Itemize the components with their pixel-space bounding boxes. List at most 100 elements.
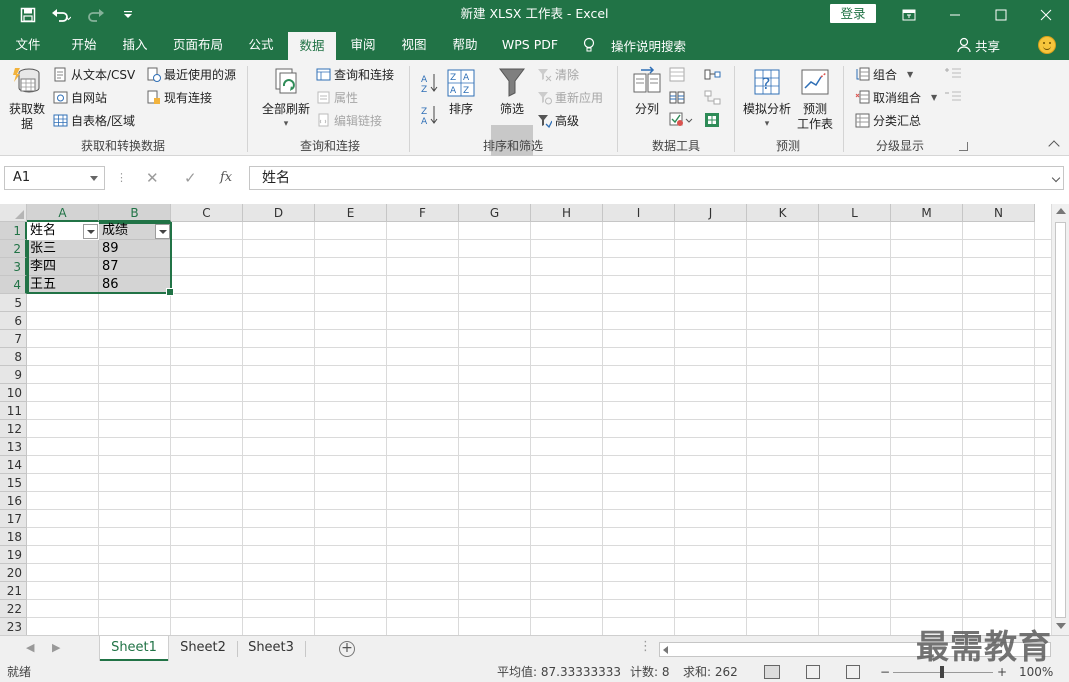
zoom-out-icon[interactable]: − bbox=[880, 665, 890, 682]
ribbon-display-options-icon[interactable] bbox=[886, 0, 932, 30]
cancel-icon[interactable]: ✕ bbox=[146, 166, 159, 190]
row-header-3[interactable]: 3 bbox=[0, 258, 27, 276]
select-all-corner[interactable] bbox=[0, 204, 27, 222]
column-header-a[interactable]: A bbox=[27, 204, 99, 222]
column-header-d[interactable]: D bbox=[243, 204, 315, 222]
from-table-range-button[interactable]: 自表格/区域 bbox=[53, 112, 135, 129]
row-header-22[interactable]: 22 bbox=[0, 600, 27, 618]
row-header-18[interactable]: 18 bbox=[0, 528, 27, 546]
tab-help[interactable]: 帮助 bbox=[445, 30, 485, 60]
row-header-16[interactable]: 16 bbox=[0, 492, 27, 510]
row-header-17[interactable]: 17 bbox=[0, 510, 27, 528]
relationships-icon[interactable] bbox=[704, 90, 722, 109]
normal-view-icon[interactable] bbox=[764, 665, 780, 679]
scroll-left-icon[interactable] bbox=[663, 646, 668, 654]
column-header-h[interactable]: H bbox=[531, 204, 603, 222]
new-sheet-icon[interactable]: + bbox=[339, 641, 355, 657]
row-header-2[interactable]: 2 bbox=[0, 240, 27, 258]
column-header-j[interactable]: J bbox=[675, 204, 747, 222]
data-validation-icon[interactable] bbox=[669, 112, 693, 131]
outline-dialog-launcher-icon[interactable] bbox=[959, 142, 968, 151]
column-header-k[interactable]: K bbox=[747, 204, 819, 222]
what-if-analysis-button[interactable]: ? 模拟分析 ▾ bbox=[740, 66, 794, 132]
flash-fill-icon[interactable] bbox=[669, 67, 687, 86]
get-data-button[interactable]: 获取数 据 bbox=[6, 66, 48, 132]
from-text-csv-button[interactable]: 从文本/CSV bbox=[53, 66, 135, 83]
forecast-sheet-button[interactable]: 预测 工作表 bbox=[796, 66, 834, 132]
row-header-21[interactable]: 21 bbox=[0, 582, 27, 600]
queries-connections-button[interactable]: 查询和连接 bbox=[316, 66, 394, 83]
row-header-7[interactable]: 7 bbox=[0, 330, 27, 348]
row-header-9[interactable]: 9 bbox=[0, 366, 27, 384]
feedback-smiley-icon[interactable] bbox=[1038, 36, 1056, 54]
cell-a3[interactable]: 李四 bbox=[27, 258, 56, 276]
tab-file[interactable]: 文件 bbox=[8, 30, 48, 60]
sheet-tab-sheet1[interactable]: Sheet1 bbox=[100, 636, 168, 661]
worksheet-grid[interactable]: ABCDEFGHIJKLMN 1 2 3 4 5 6 7 8 9 10 11 12 13 14 15 16 17… bbox=[0, 204, 1069, 635]
manage-data-model-icon[interactable] bbox=[704, 112, 722, 131]
tab-page-layout[interactable]: 页面布局 bbox=[168, 30, 228, 60]
tab-wps-pdf[interactable]: WPS PDF bbox=[497, 30, 563, 60]
row-header-13[interactable]: 13 bbox=[0, 438, 27, 456]
hide-detail-icon[interactable] bbox=[944, 90, 962, 107]
show-detail-icon[interactable] bbox=[944, 67, 962, 84]
save-icon[interactable] bbox=[16, 0, 40, 30]
tab-view[interactable]: 视图 bbox=[394, 30, 434, 60]
insert-function-icon[interactable]: fx bbox=[220, 166, 232, 190]
zoom-slider-thumb[interactable] bbox=[940, 666, 944, 678]
tab-home[interactable]: 开始 bbox=[62, 30, 106, 60]
row-header-14[interactable]: 14 bbox=[0, 456, 27, 474]
vertical-scrollbar[interactable] bbox=[1051, 204, 1069, 635]
column-header-l[interactable]: L bbox=[819, 204, 891, 222]
clear-filter-button[interactable]: 清除 bbox=[537, 66, 579, 83]
cell-b3[interactable]: 87 bbox=[99, 258, 119, 276]
column-header-c[interactable]: C bbox=[171, 204, 243, 222]
advanced-filter-button[interactable]: 高级 bbox=[537, 112, 579, 129]
formula-input[interactable]: 姓名 bbox=[249, 166, 1064, 190]
from-web-button[interactable]: 自网站 bbox=[53, 89, 107, 106]
cell-b2[interactable]: 89 bbox=[99, 240, 119, 258]
column-header-n[interactable]: N bbox=[963, 204, 1035, 222]
row-header-11[interactable]: 11 bbox=[0, 402, 27, 420]
column-header-f[interactable]: F bbox=[387, 204, 459, 222]
cell-a4[interactable]: 王五 bbox=[27, 276, 56, 294]
tab-review[interactable]: 审阅 bbox=[343, 30, 383, 60]
row-header-20[interactable]: 20 bbox=[0, 564, 27, 582]
scroll-up-icon[interactable] bbox=[1056, 208, 1066, 214]
ungroup-button[interactable]: 取消组合 ▼ bbox=[855, 89, 937, 106]
edit-links-button[interactable]: 编辑链接 bbox=[316, 112, 382, 129]
page-break-preview-icon[interactable] bbox=[846, 665, 860, 679]
cell-area[interactable] bbox=[27, 222, 1051, 635]
sort-a-z-icon[interactable]: AZ bbox=[421, 72, 439, 97]
reapply-button[interactable]: 重新应用 bbox=[537, 89, 603, 106]
name-box-dropdown-icon[interactable] bbox=[90, 176, 98, 181]
cell-b4[interactable]: 86 bbox=[99, 276, 119, 294]
page-layout-view-icon[interactable] bbox=[806, 665, 820, 679]
row-header-8[interactable]: 8 bbox=[0, 348, 27, 366]
filter-dropdown-b1-icon[interactable] bbox=[155, 224, 170, 239]
properties-button[interactable]: 属性 bbox=[316, 89, 358, 106]
row-header-19[interactable]: 19 bbox=[0, 546, 27, 564]
existing-connections-button[interactable]: 现有连接 bbox=[146, 89, 212, 106]
row-header-10[interactable]: 10 bbox=[0, 384, 27, 402]
row-header-4[interactable]: 4 bbox=[0, 276, 27, 294]
maximize-icon[interactable] bbox=[978, 0, 1024, 30]
tab-data[interactable]: 数据 bbox=[288, 32, 336, 60]
column-header-e[interactable]: E bbox=[315, 204, 387, 222]
consolidate-icon[interactable] bbox=[704, 67, 722, 86]
sheet-prev-icon[interactable]: ◀ bbox=[26, 641, 34, 654]
vertical-scroll-thumb[interactable] bbox=[1055, 222, 1066, 618]
refresh-all-button[interactable]: 全部刷新 ▾ bbox=[258, 66, 314, 132]
cell-a2[interactable]: 张三 bbox=[27, 240, 56, 258]
collapse-ribbon-icon[interactable] bbox=[1048, 140, 1060, 152]
sheet-next-icon[interactable]: ▶ bbox=[52, 641, 60, 654]
tab-insert[interactable]: 插入 bbox=[114, 30, 156, 60]
sort-button[interactable]: ZAAZ 排序 bbox=[444, 68, 478, 117]
scroll-down-icon[interactable] bbox=[1056, 623, 1066, 629]
close-icon[interactable] bbox=[1023, 0, 1069, 30]
row-header-12[interactable]: 12 bbox=[0, 420, 27, 438]
expand-formula-bar-icon[interactable] bbox=[1051, 173, 1061, 183]
tell-me-search[interactable]: 操作说明搜索 bbox=[582, 30, 686, 60]
minimize-icon[interactable] bbox=[932, 0, 978, 30]
column-header-i[interactable]: I bbox=[603, 204, 675, 222]
